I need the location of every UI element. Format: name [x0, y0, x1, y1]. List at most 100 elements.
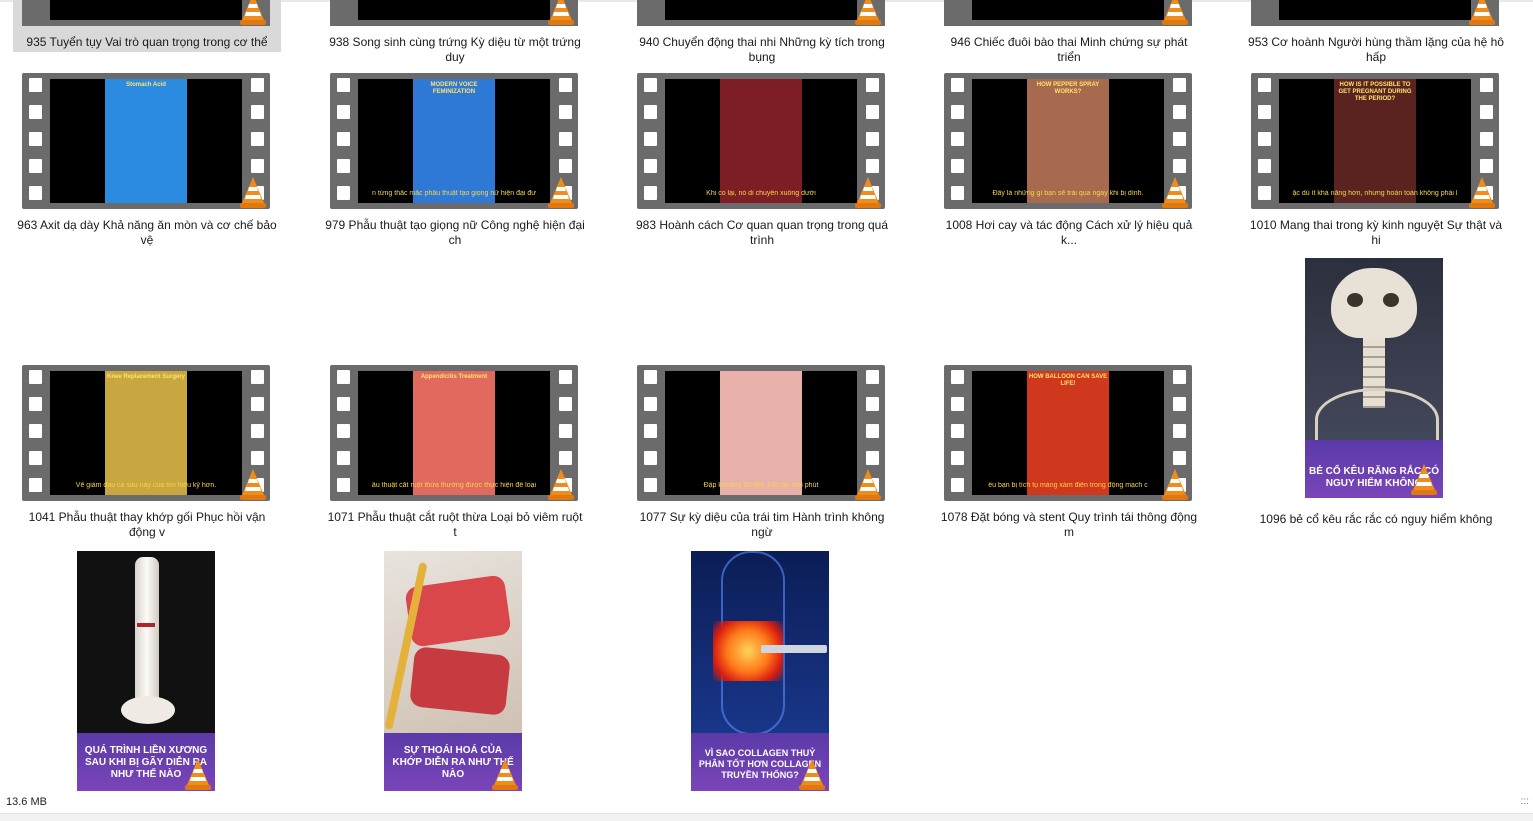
- vlc-icon: [853, 467, 883, 501]
- file-tile[interactable]: HOW PEPPER SPRAY WORKS? Đây là những gì b…: [935, 68, 1203, 250]
- film-strip-left: [22, 73, 48, 209]
- film-hole: [337, 424, 350, 438]
- file-tile[interactable]: HOW BALLOON CAN SAVE LIFE! ếu bạn bị tích…: [935, 360, 1203, 542]
- film-hole: [644, 105, 657, 119]
- vlc-icon: [1160, 175, 1190, 209]
- video-still: MODERN VOICE FEMINIZATION: [413, 79, 495, 203]
- film-hole: [951, 397, 964, 411]
- resize-grip-icon[interactable]: :::: [1521, 796, 1529, 807]
- film-hole: [951, 424, 964, 438]
- video-frame: [665, 0, 857, 20]
- video-thumbnail: [944, 0, 1192, 26]
- selection-size: 13.6 MB: [6, 796, 47, 808]
- subtitle-overlay: ặc dù ít khả năng hơn, nhưng hoàn toàn k…: [1292, 190, 1458, 197]
- film-strip-left: [637, 365, 663, 501]
- vlc-icon: [1160, 467, 1190, 501]
- film-hole: [1480, 78, 1493, 92]
- file-tile[interactable]: Khi co lại, nó di chuyển xuống dưới 983 H…: [628, 68, 896, 250]
- film-hole: [1480, 132, 1493, 146]
- video-frame: [50, 0, 242, 20]
- video-thumbnail: Đập khoảng 60 đến 100 lần mỗi phút: [637, 365, 885, 501]
- film-hole: [559, 78, 572, 92]
- film-hole: [337, 159, 350, 173]
- video-thumbnail: [22, 0, 270, 26]
- film-hole: [251, 78, 264, 92]
- film-hole: [644, 186, 657, 200]
- film-hole: [866, 424, 879, 438]
- film-hole: [559, 451, 572, 465]
- film-hole: [1173, 424, 1186, 438]
- video-thumbnail: BẺ CỔ KÊU RĂNG RẮC CÓ NGUY HIỂM KHÔNG: [1305, 258, 1443, 498]
- film-hole: [866, 132, 879, 146]
- vlc-icon: [1467, 175, 1497, 209]
- subtitle-overlay: ẫu thuật cắt ruột thừa thường được thực …: [371, 482, 537, 489]
- video-thumbnail-bone[interactable]: QUÁ TRÌNH LIỀN XƯƠNG SAU KHI BỊ GÃY DIỄN…: [77, 551, 215, 791]
- video-thumbnail-joint[interactable]: SỰ THOÁI HOÁ CỦA KHỚP DIỄN RA NHƯ THẾ NÀ…: [384, 551, 522, 791]
- file-tile[interactable]: 953 Cơ hoành Người hùng thầm lặng của hệ…: [1242, 0, 1510, 64]
- file-tile[interactable]: Knee Replacement Surgery Vẽ giảm đau cả s…: [13, 360, 281, 542]
- file-name: 946 Chiếc đuôi bào thai Minh chứng sự ph…: [950, 35, 1188, 64]
- film-hole: [251, 397, 264, 411]
- film-hole: [951, 78, 964, 92]
- video-still: HOW PEPPER SPRAY WORKS?: [1027, 79, 1109, 203]
- video-frame: Stomach Acid: [50, 79, 242, 203]
- file-tile[interactable]: 940 Chuyển động thai nhi Những kỳ tích t…: [628, 0, 896, 64]
- video-title-overlay: MODERN VOICE FEMINIZATION: [430, 82, 478, 95]
- film-hole: [29, 132, 42, 146]
- subtitle-overlay: n từng thắc mắc phẫu thuật tạo giọng nữ …: [372, 190, 536, 197]
- film-hole: [644, 132, 657, 146]
- film-hole: [29, 186, 42, 200]
- skull-image: [1331, 268, 1417, 338]
- film-hole: [251, 451, 264, 465]
- subtitle-overlay: Vẽ giảm đau cả sau này của tìm hiểu kỹ h…: [75, 482, 217, 489]
- film-hole: [1258, 132, 1271, 146]
- film-hole: [1173, 451, 1186, 465]
- video-thumbnail: Khi co lại, nó di chuyển xuống dưới: [637, 73, 885, 209]
- video-frame: HOW PEPPER SPRAY WORKS? Đây là những gì b…: [972, 79, 1164, 203]
- skull-eye-right-icon: [1383, 293, 1399, 307]
- vlc-icon: [1409, 462, 1439, 496]
- file-tile[interactable]: HOW IS IT POSSIBLE TO GET PREGNANT DURIN…: [1242, 68, 1510, 250]
- film-hole: [951, 105, 964, 119]
- video-thumbnail: Appendicitis Treatment ẫu thuật cắt ruột …: [330, 365, 578, 501]
- video-still: HOW BALLOON CAN SAVE LIFE!: [1027, 371, 1109, 495]
- file-tile[interactable]: Appendicitis Treatment ẫu thuật cắt ruột …: [321, 360, 589, 542]
- video-thumbnail-knee[interactable]: VÌ SAO COLLAGEN THUỶ PHÂN TỐT HƠN COLLAG…: [691, 551, 829, 791]
- film-hole: [951, 186, 964, 200]
- film-hole: [866, 397, 879, 411]
- film-hole: [951, 132, 964, 146]
- film-strip-left: [1251, 73, 1277, 209]
- file-tile[interactable]: 946 Chiếc đuôi bào thai Minh chứng sự ph…: [935, 0, 1203, 64]
- video-thumbnail: HOW IS IT POSSIBLE TO GET PREGNANT DURIN…: [1251, 73, 1499, 209]
- film-hole: [644, 478, 657, 492]
- film-hole: [29, 424, 42, 438]
- file-name: 935 Tuyển tụy Vai trò quan trọng trong c…: [26, 35, 268, 49]
- video-title-overlay: HOW PEPPER SPRAY WORKS?: [1036, 82, 1100, 95]
- file-tile[interactable]: 935 Tuyển tụy Vai trò quan trọng trong c…: [13, 0, 281, 52]
- film-hole: [337, 451, 350, 465]
- fracture-mark: [137, 623, 155, 627]
- file-tile[interactable]: MODERN VOICE FEMINIZATION n từng thắc mắc…: [321, 68, 589, 250]
- file-tile[interactable]: 938 Song sinh cùng trứng Kỳ diệu từ một …: [321, 0, 589, 64]
- film-strip-left: [944, 73, 970, 209]
- file-tile[interactable]: Đập khoảng 60 đến 100 lần mỗi phút 1077 S…: [628, 360, 896, 542]
- film-hole: [1173, 159, 1186, 173]
- file-tile[interactable]: Stomach Acid 963 Axit dạ dày Khả năng ăn …: [13, 68, 281, 250]
- film-hole: [337, 478, 350, 492]
- film-hole: [29, 478, 42, 492]
- film-hole: [337, 397, 350, 411]
- file-tile-1096[interactable]: BẺ CỔ KÊU RĂNG RẮC CÓ NGUY HIỂM KHÔNG 10…: [1242, 258, 1510, 533]
- vlc-icon: [546, 467, 576, 501]
- vlc-icon: [490, 757, 520, 791]
- bone-head-image: [121, 696, 175, 724]
- file-name: 963 Axit dạ dày Khả năng ăn mòn và cơ ch…: [17, 218, 277, 247]
- film-hole: [644, 451, 657, 465]
- film-hole: [1173, 78, 1186, 92]
- video-title-overlay: HOW IS IT POSSIBLE TO GET PREGNANT DURIN…: [1338, 82, 1412, 102]
- cartilage-image-2: [409, 646, 511, 716]
- video-thumbnail: [1251, 0, 1499, 26]
- film-hole: [251, 370, 264, 384]
- file-name: 953 Cơ hoành Người hùng thầm lặng của hệ…: [1248, 35, 1504, 64]
- film-hole: [1480, 159, 1493, 173]
- video-frame: [972, 0, 1164, 20]
